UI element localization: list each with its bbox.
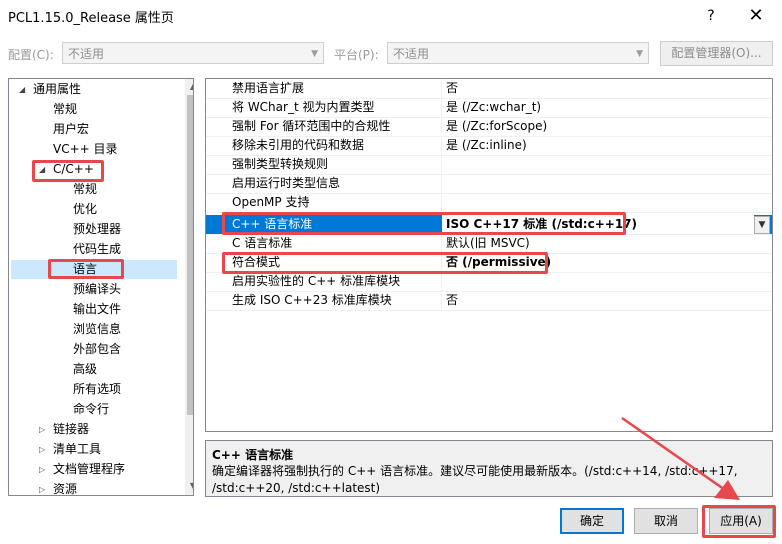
property-tree: ◢ 通用属性 常规 用户宏 VC++ 目录 ◢ C/C++ 常规 优化 预处理器… (8, 78, 194, 496)
arrow-icon (621, 416, 740, 500)
grid-row[interactable]: OpenMP 支持 (206, 193, 772, 213)
config-manager-button[interactable]: 配置管理器(O)... (660, 41, 773, 66)
property-value: 是 (/Zc:wchar_t) (446, 100, 542, 114)
platform-combo-value: 不适用 (393, 47, 430, 61)
platform-label: 平台(P): (334, 48, 379, 62)
tree-scrollbar-thumb[interactable] (187, 95, 193, 415)
tree-root[interactable]: 通用属性 (33, 79, 81, 99)
window-title: PCL1.15.0_Release 属性页 (8, 11, 174, 26)
property-name: OpenMP 支持 (232, 195, 310, 209)
help-button[interactable]: ? (696, 4, 726, 28)
config-combo[interactable]: 不适用 ▼ (62, 42, 324, 64)
property-name: 将 WChar_t 视为内置类型 (232, 100, 375, 114)
chevron-down-icon[interactable]: ▼ (754, 216, 770, 234)
close-button[interactable]: ✕ (738, 4, 774, 28)
tree-item[interactable]: 预编译头 (73, 279, 121, 299)
property-name: C 语言标准 (232, 236, 293, 250)
collapsed-icon[interactable]: ▷ (39, 465, 45, 474)
tree-item[interactable]: 链接器 (53, 419, 89, 439)
property-value: 是 (/Zc:inline) (446, 138, 527, 152)
scroll-up-icon[interactable]: ▲ (185, 82, 193, 91)
tree-item[interactable]: VC++ 目录 (53, 139, 118, 159)
property-name: 禁用语言扩展 (232, 81, 305, 95)
grid-row[interactable]: 启用运行时类型信息 (206, 174, 772, 194)
grid-row[interactable]: 启用实验性的 C++ 标准库模块 (206, 272, 772, 292)
chevron-down-icon: ▼ (636, 49, 643, 59)
platform-combo[interactable]: 不适用 ▼ (387, 42, 649, 64)
tree-item[interactable]: 代码生成 (73, 239, 121, 259)
title-bar: PCL1.15.0_Release 属性页 ? ✕ (0, 0, 782, 32)
grid-row[interactable]: 强制 For 循环范围中的合规性 是 (/Zc:forScope) (206, 117, 772, 137)
config-label: 配置(C): (8, 48, 54, 62)
grid-row[interactable]: 强制类型转换规则 (206, 155, 772, 175)
property-value: 是 (/Zc:forScope) (446, 119, 548, 133)
property-value: 否 (446, 81, 459, 95)
highlight-box (222, 252, 548, 274)
tree-item[interactable]: 所有选项 (73, 379, 121, 399)
grid-row[interactable]: 移除未引用的代码和数据 是 (/Zc:inline) (206, 136, 772, 156)
tree-item[interactable]: 清单工具 (53, 439, 101, 459)
property-name: 启用运行时类型信息 (232, 176, 341, 190)
property-name: 移除未引用的代码和数据 (232, 138, 365, 152)
tree-item[interactable]: 常规 (73, 179, 97, 199)
expanded-icon[interactable]: ◢ (19, 85, 25, 94)
tree-item[interactable]: 命令行 (73, 399, 109, 419)
property-value: 默认(旧 MSVC) (446, 236, 530, 250)
scroll-down-icon[interactable]: ▼ (185, 481, 193, 490)
tree-item[interactable]: 预处理器 (73, 219, 121, 239)
config-combo-value: 不适用 (68, 47, 105, 61)
grid-row[interactable]: 生成 ISO C++23 标准库模块 否 (206, 291, 772, 311)
tree-item[interactable]: 资源 (53, 479, 77, 495)
tree-item[interactable]: 优化 (73, 199, 97, 219)
property-name: 启用实验性的 C++ 标准库模块 (232, 274, 401, 288)
highlight-box (222, 212, 626, 235)
collapsed-icon[interactable]: ▷ (39, 445, 45, 454)
tree-item[interactable]: 常规 (53, 99, 77, 119)
highlight-box (48, 259, 124, 279)
highlight-box (32, 160, 104, 182)
grid-row[interactable]: 禁用语言扩展 否 (206, 79, 772, 99)
tree-item[interactable]: 高级 (73, 359, 97, 379)
property-value: 否 (446, 293, 459, 307)
description-title: C++ 语言标准 (212, 448, 294, 462)
grid-row[interactable]: C 语言标准 默认(旧 MSVC) (206, 234, 772, 254)
tree-item[interactable]: 浏览信息 (73, 319, 121, 339)
property-name: 强制类型转换规则 (232, 157, 329, 171)
chevron-down-icon: ▼ (311, 49, 318, 59)
tree-item[interactable]: 输出文件 (73, 299, 121, 319)
collapsed-icon[interactable]: ▷ (39, 485, 45, 494)
collapsed-icon[interactable]: ▷ (39, 425, 45, 434)
tree-item[interactable]: 外部包含 (73, 339, 121, 359)
grid-row[interactable]: 将 WChar_t 视为内置类型 是 (/Zc:wchar_t) (206, 98, 772, 118)
tree-item[interactable]: 用户宏 (53, 119, 89, 139)
property-name: 强制 For 循环范围中的合规性 (232, 119, 391, 133)
property-name: 生成 ISO C++23 标准库模块 (232, 293, 392, 307)
tree-item[interactable]: 文档管理程序 (53, 459, 125, 479)
